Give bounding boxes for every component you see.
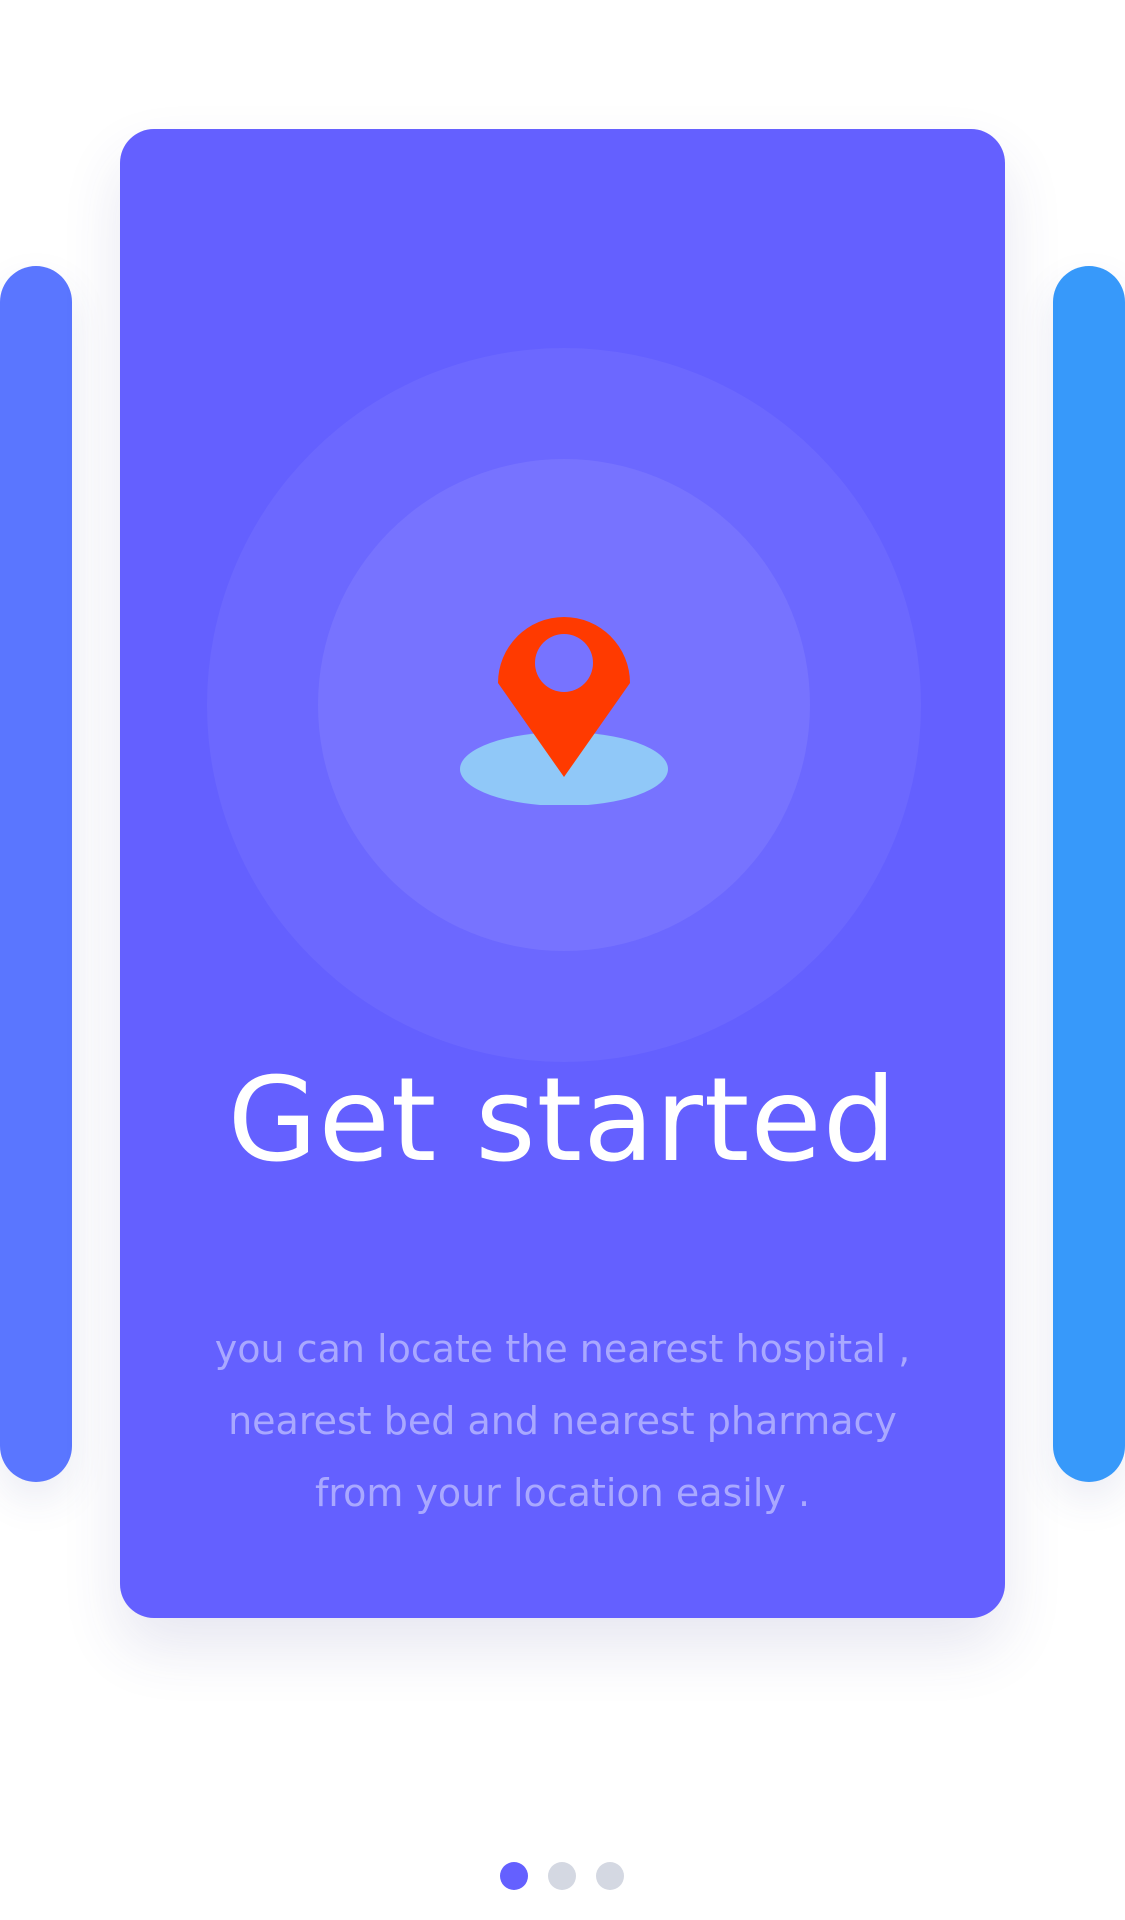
page-dot-3[interactable] (596, 1862, 624, 1890)
onboarding-title: Get started (227, 1053, 898, 1188)
page-indicator (500, 1862, 624, 1890)
pin-hole (535, 634, 593, 692)
description-line-1: you can locate the nearest hospital , (214, 1327, 911, 1371)
onboarding-description: you can locate the nearest hospital , ne… (120, 1313, 1005, 1529)
page-dot-1[interactable] (500, 1862, 528, 1890)
description-line-2: nearest bed and nearest pharmacy (228, 1399, 897, 1443)
previous-card-peek[interactable] (0, 266, 72, 1482)
next-card-peek[interactable] (1053, 266, 1125, 1482)
page-dot-2[interactable] (548, 1862, 576, 1890)
description-line-3: from your location easily . (314, 1471, 811, 1515)
map-pin-icon (460, 617, 668, 805)
onboarding-card: Get started you can locate the nearest h… (120, 129, 1005, 1618)
